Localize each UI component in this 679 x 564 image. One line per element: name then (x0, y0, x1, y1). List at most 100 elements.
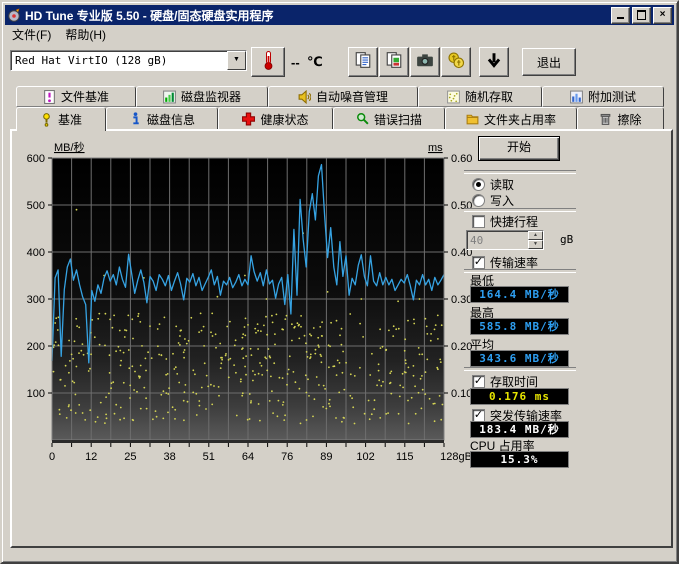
short-stroke-input[interactable] (467, 231, 528, 249)
tab-extra-tests[interactable]: 附加测试 (542, 86, 664, 107)
separator (464, 170, 576, 174)
tab-auto-acoustic[interactable]: 自动噪音管理 (268, 86, 418, 107)
random-access-icon (447, 90, 460, 104)
svg-text:12: 12 (85, 451, 97, 463)
tab-label: 文件夹占用率 (484, 111, 556, 128)
start-label: 开始 (507, 140, 531, 154)
camera-icon (416, 51, 434, 74)
cpu-usage-display: 15.3% (470, 451, 569, 468)
tab-label: 自动噪音管理 (316, 88, 388, 105)
disk-monitor-icon (163, 90, 176, 104)
tab-folder-usage[interactable]: 文件夹占用率 (445, 107, 577, 130)
svg-text:0.60: 0.60 (451, 153, 472, 165)
drive-select-value: Red Hat VirtIO (128 gB) (11, 54, 227, 67)
separator (464, 208, 576, 212)
tab-benchmark[interactable]: 基准 (16, 107, 106, 131)
tab-label: 文件基准 (61, 88, 109, 105)
close-button[interactable]: × (653, 7, 672, 24)
read-radio[interactable]: 读取 (472, 176, 514, 193)
svg-text:0: 0 (49, 451, 55, 463)
svg-text:ms: ms (428, 142, 443, 154)
svg-text:25: 25 (124, 451, 136, 463)
svg-text:102: 102 (356, 451, 374, 463)
tab-file-benchmark[interactable]: 文件基准 (16, 86, 136, 107)
short-stroke-label: 快捷行程 (490, 213, 538, 230)
folder-icon (466, 112, 479, 126)
radio-selected-icon (472, 178, 485, 191)
svg-text:51: 51 (203, 451, 215, 463)
burst-rate-display: 183.4 MB/秒 (470, 421, 569, 438)
access-time-display: 0.176 ms (470, 388, 569, 405)
benchmark-panel: 1002003004005006000.100.200.300.400.500.… (10, 129, 673, 548)
spinner-up-button[interactable]: ▲ (528, 231, 543, 240)
tab-label: 磁盘监视器 (181, 88, 241, 105)
menu-file[interactable]: 文件(F) (5, 24, 58, 45)
svg-text:200: 200 (27, 341, 45, 353)
tab-health[interactable]: 健康状态 (218, 107, 333, 130)
copy-icon (354, 51, 372, 74)
app-window: HD Tune 专业版 5.50 - 硬盘/固态硬盘实用程序 × 文件(F) 帮… (0, 0, 679, 564)
tab-label: 磁盘信息 (147, 111, 195, 128)
tab-disk-info[interactable]: 磁盘信息 (106, 107, 218, 130)
info-icon (129, 112, 142, 126)
svg-text:38: 38 (163, 451, 175, 463)
read-label: 读取 (490, 176, 514, 193)
tab-random-access[interactable]: 随机存取 (418, 86, 542, 107)
health-cross-icon (242, 112, 255, 126)
tab-label: 擦除 (617, 111, 641, 128)
copy-image-icon (385, 51, 403, 74)
magnifier-icon (356, 112, 369, 126)
app-icon (7, 8, 21, 22)
tab-error-scan[interactable]: 错误扫描 (333, 107, 445, 130)
minimize-button[interactable] (611, 7, 630, 24)
separator (464, 367, 576, 371)
chevron-down-icon[interactable]: ▼ (227, 51, 246, 70)
tab-erase[interactable]: 擦除 (577, 107, 664, 130)
svg-text:MB/秒: MB/秒 (54, 140, 85, 154)
copy-image-button[interactable] (379, 47, 409, 77)
title-bar: HD Tune 专业版 5.50 - 硬盘/固态硬盘实用程序 × (5, 5, 674, 25)
svg-text:128gB: 128gB (440, 451, 472, 463)
exit-button[interactable]: 退出 (522, 48, 576, 76)
temperature-button[interactable] (251, 47, 285, 77)
min-speed-display: 164.4 MB/秒 (470, 286, 569, 303)
copy-text-button[interactable] (348, 47, 378, 77)
svg-text:300: 300 (27, 294, 45, 306)
tab-row-front: 基准 磁盘信息 健康状态 错误扫描 文件夹占用率 擦除 (16, 107, 664, 130)
menu-bar: 文件(F) 帮助(H) (5, 25, 674, 44)
start-button[interactable]: 开始 (478, 136, 560, 161)
spinner-down-button[interactable]: ▼ (528, 240, 543, 249)
svg-text:76: 76 (281, 451, 293, 463)
benchmark-icon (40, 113, 53, 127)
benchmark-chart: 1002003004005006000.100.200.300.400.500.… (14, 134, 476, 479)
speaker-icon (298, 90, 311, 104)
donate-button[interactable] (441, 47, 471, 77)
svg-text:600: 600 (27, 153, 45, 165)
menu-help[interactable]: 帮助(H) (58, 24, 113, 45)
temperature-value: -- (291, 55, 300, 70)
maximize-button[interactable] (632, 7, 651, 24)
down-arrow-icon (485, 51, 503, 74)
short-stroke-checkbox[interactable]: 快捷行程 (472, 213, 538, 230)
short-stroke-spinner[interactable]: ▲ ▼ (466, 230, 544, 250)
tab-disk-monitor[interactable]: 磁盘监视器 (136, 86, 268, 107)
screenshot-button[interactable] (410, 47, 440, 77)
tab-label: 随机存取 (465, 88, 513, 105)
checkbox-checked-icon: ✓ (472, 256, 485, 269)
trash-icon (599, 112, 612, 126)
checkbox-checked-icon: ✓ (472, 375, 485, 388)
write-radio[interactable]: 写入 (472, 192, 514, 209)
save-results-button[interactable] (479, 47, 509, 77)
drive-select[interactable]: Red Hat VirtIO (128 gB) ▼ (10, 50, 247, 71)
extra-tests-icon (570, 90, 583, 104)
coins-icon (447, 51, 465, 74)
tab-label: 健康状态 (260, 111, 308, 128)
max-speed-display: 585.8 MB/秒 (470, 318, 569, 335)
avg-speed-display: 343.6 MB/秒 (470, 350, 569, 367)
exit-label: 退出 (537, 54, 561, 71)
window-title: HD Tune 专业版 5.50 - 硬盘/固态硬盘实用程序 (25, 7, 609, 24)
svg-text:115: 115 (396, 451, 414, 463)
checkbox-unchecked-icon (472, 215, 485, 228)
svg-text:100: 100 (27, 388, 45, 400)
tab-label: 错误扫描 (374, 111, 422, 128)
